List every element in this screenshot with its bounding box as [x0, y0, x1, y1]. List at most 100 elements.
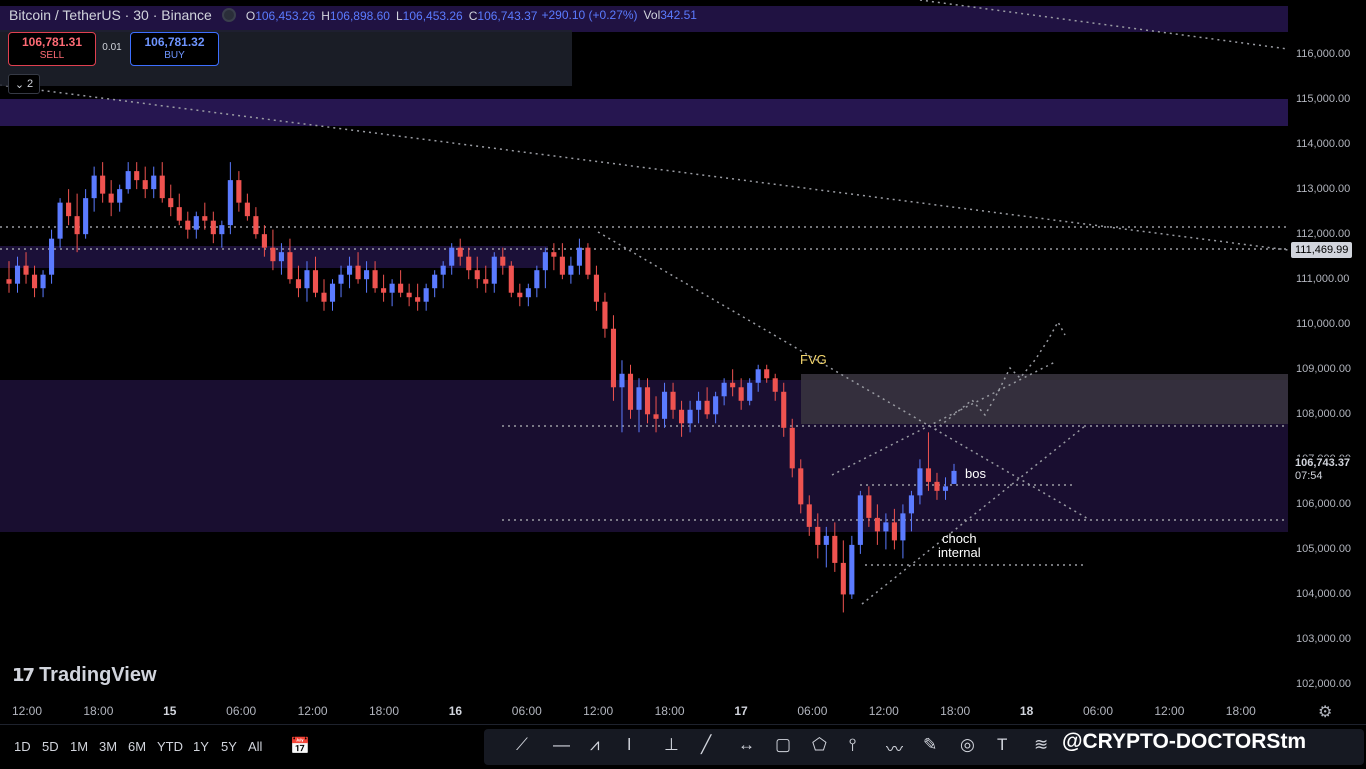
time-tick: 18:00	[940, 704, 971, 718]
range-1y[interactable]: 1Y	[193, 739, 209, 754]
candle-body	[942, 486, 949, 491]
range-1m[interactable]: 1M	[70, 739, 88, 754]
candle-body	[398, 283, 404, 293]
candle-body	[559, 256, 565, 275]
brush-icon[interactable]: ✎	[923, 735, 937, 755]
pattern-icon[interactable]: ⩘	[590, 735, 600, 755]
candle-body	[270, 247, 276, 262]
time-tick: 12:00	[868, 704, 899, 718]
candle-body	[866, 495, 872, 518]
circle-icon[interactable]: ◎	[960, 735, 975, 755]
path-icon[interactable]: 〰	[886, 735, 903, 760]
price-scale[interactable]: 116,000.00 115,000.00 114,000.00 113,000.00…	[1288, 0, 1366, 698]
time-tick: 06:00	[797, 704, 828, 718]
candle-body	[466, 256, 472, 271]
time-tick: 12:00	[297, 704, 328, 718]
vertical-line-icon[interactable]: ǀ	[627, 735, 631, 755]
price-tick: 111,000.00	[1296, 273, 1350, 286]
candle-body	[925, 468, 932, 482]
price-tick: 114,000.00	[1296, 138, 1351, 151]
candle-body	[781, 391, 787, 428]
candle-body	[74, 216, 80, 235]
candle-body	[951, 470, 957, 484]
candle-body	[117, 189, 123, 203]
candle-body	[713, 396, 719, 415]
candle-body	[432, 274, 438, 289]
candle-body	[551, 252, 557, 257]
indicators-collapse-button[interactable]: ⌄ 2	[8, 74, 40, 94]
time-tick: 18	[1019, 704, 1034, 718]
candle-body	[857, 495, 863, 545]
range-5y[interactable]: 5Y	[221, 739, 237, 754]
symbol-title[interactable]: Bitcoin / TetherUS · 30 · Binance	[9, 7, 212, 23]
candle-body	[236, 180, 242, 203]
range-all[interactable]: All	[248, 739, 262, 754]
range-ytd[interactable]: YTD	[157, 739, 183, 754]
price-tick: 110,000.00	[1296, 318, 1351, 331]
candle-body	[14, 265, 21, 284]
candle-body	[457, 247, 463, 257]
price-tick: 116,000.00	[1296, 48, 1351, 61]
candle-body	[900, 513, 906, 541]
candle-body	[593, 274, 599, 302]
fvg-zone	[801, 374, 1288, 424]
candle-body	[730, 382, 736, 388]
date-range-icon[interactable]: 📅	[290, 736, 310, 756]
line-icon[interactable]: —	[553, 735, 570, 755]
candle-body	[49, 238, 55, 275]
range-3m[interactable]: 3M	[99, 739, 117, 754]
range-5d[interactable]: 5D	[42, 739, 59, 754]
candle-body	[610, 328, 617, 388]
candle-body	[23, 265, 29, 275]
price-tick: 115,000.00	[1296, 93, 1351, 106]
spread-value: 0.01	[102, 42, 122, 53]
candle-body	[764, 369, 770, 379]
bos-annotation[interactable]: bos	[965, 467, 986, 481]
last-price-label: 106,743.37 07:54	[1291, 457, 1355, 483]
candle-body	[806, 504, 812, 527]
chart-area[interactable]	[0, 0, 1288, 698]
candle-body	[415, 297, 421, 302]
position-icon[interactable]: ⫯	[849, 735, 856, 755]
settings-gear-icon[interactable]: ⚙	[1318, 702, 1332, 722]
candle-body	[653, 414, 659, 419]
candle-body	[134, 171, 140, 181]
choch-annotation[interactable]: choch internal	[938, 532, 981, 560]
candle-body	[193, 216, 199, 230]
chart-canvas[interactable]	[0, 0, 1288, 698]
trendline-icon[interactable]: ╱	[701, 735, 711, 755]
polygon-icon[interactable]: ⬠	[812, 735, 827, 755]
rectangle-icon[interactable]: ▢	[775, 735, 791, 755]
fib-icon[interactable]: ≋	[1034, 735, 1048, 755]
candle-body	[738, 387, 744, 401]
range-6m[interactable]: 6M	[128, 739, 146, 754]
visibility-eye-icon[interactable]	[221, 8, 236, 22]
candle-body	[83, 198, 89, 235]
sell-button[interactable]: 106,781.31 SELL	[8, 32, 96, 66]
draw-icon[interactable]: ⟋	[516, 735, 528, 755]
fvg-annotation[interactable]: FVG	[800, 353, 827, 367]
candle-body	[100, 175, 106, 194]
horizontal-ray-icon[interactable]: ↔	[738, 735, 755, 755]
candle-body	[508, 265, 514, 293]
volume-value: 342.51	[660, 8, 697, 22]
tradingview-mark-icon: 𝟭𝟳	[12, 665, 35, 685]
candle-body	[491, 256, 497, 284]
price-tick: 102,000.00	[1296, 678, 1352, 691]
candle-body	[568, 265, 574, 275]
candle-body	[244, 202, 250, 217]
buy-button[interactable]: 106,781.32 BUY	[130, 32, 219, 66]
tradingview-logo[interactable]: 𝟭𝟳 TradingView	[12, 664, 157, 687]
candle-body	[338, 274, 344, 284]
candle-body	[840, 562, 846, 595]
candle-body	[874, 517, 880, 532]
candle-body	[253, 216, 259, 235]
text-icon[interactable]: T	[997, 735, 1007, 755]
candle-body	[159, 175, 165, 199]
candle-body	[219, 225, 225, 235]
time-scale[interactable]: 12:00 18:00 15 06:00 12:00 18:00 16 06:00 12:00 1…	[0, 698, 1288, 724]
candle-body	[372, 270, 378, 289]
ohlc-low: L106,453.26	[395, 9, 463, 23]
range-1d[interactable]: 1D	[14, 739, 31, 754]
measure-icon[interactable]: ⊥	[664, 735, 679, 755]
